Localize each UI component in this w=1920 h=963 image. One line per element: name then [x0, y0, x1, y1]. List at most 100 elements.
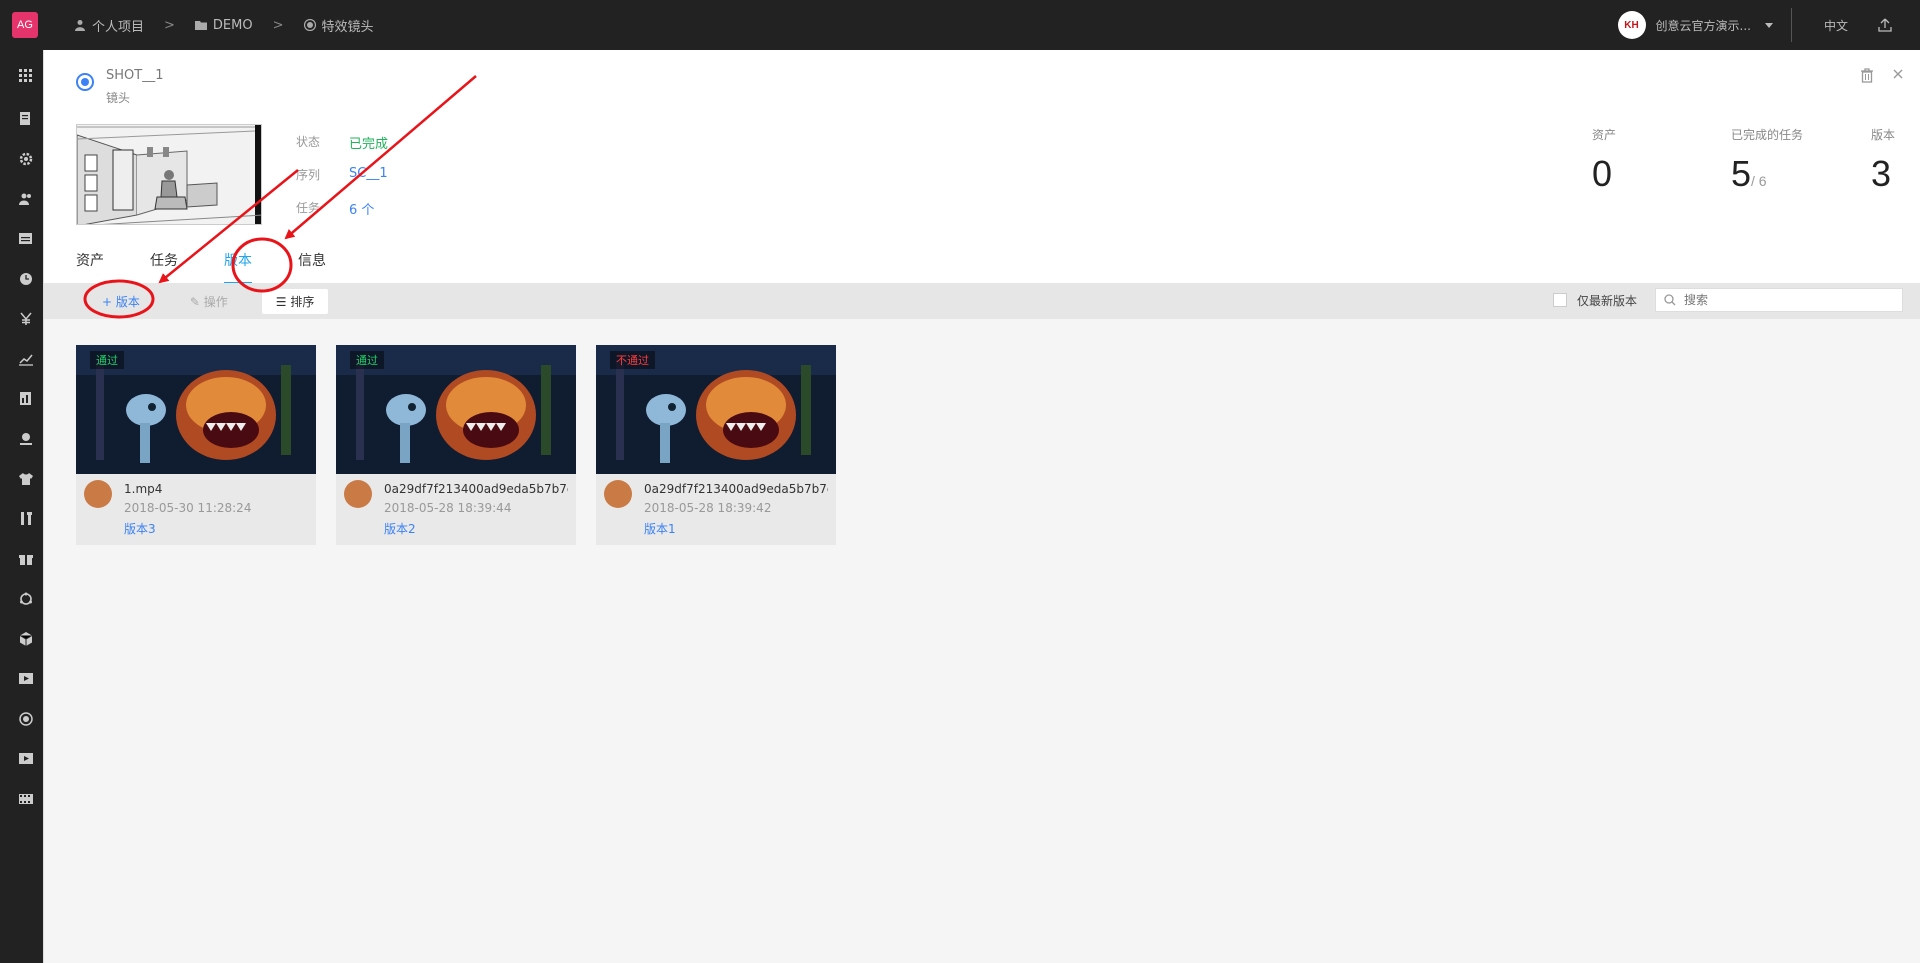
version-file-name[interactable]: 0a29df7f213400ad9eda5b7b7c7	[644, 482, 828, 496]
status-badge: 通过	[90, 351, 124, 369]
chart-icon[interactable]	[19, 352, 33, 366]
version-thumbnail[interactable]: 通过	[76, 345, 316, 474]
version-date: 2018-05-30 11:28:24	[124, 501, 252, 515]
avatar[interactable]: KH	[1617, 11, 1646, 39]
done-count: 5	[1731, 153, 1752, 194]
version-file-name[interactable]: 0a29df7f213400ad9eda5b7b7c7	[384, 482, 568, 496]
pencil-icon: ✎	[189, 294, 200, 309]
version-card[interactable]: 不通过 0a29df7f213400ad9eda5b7b7c7 2018-05-…	[596, 345, 836, 545]
search-box	[1655, 288, 1903, 312]
avatar	[344, 480, 372, 508]
tools-icon[interactable]	[19, 512, 33, 526]
version-cards: 通过 1.mp4 2018-05-30 11:28:24 版本3 通过 0a29…	[76, 345, 836, 545]
stat-versions: 版本 3	[1871, 128, 1896, 194]
add-version-button[interactable]: + 版本	[102, 293, 140, 310]
toolbar-right: 仅最新版本	[1552, 288, 1903, 312]
shot-icon	[303, 19, 316, 31]
report-icon[interactable]	[19, 392, 33, 406]
sync-icon[interactable]	[19, 592, 33, 606]
app-logo[interactable]: AG	[12, 12, 38, 38]
breadcrumb-item-demo[interactable]: DEMO	[194, 18, 253, 33]
shot-thumbnail[interactable]	[76, 124, 262, 225]
video-icon[interactable]	[19, 672, 33, 686]
shot-header: SHOT__1 镜头	[76, 68, 163, 106]
apps-grid-icon[interactable]	[19, 69, 33, 83]
meta-tasks-row: 任务 6 个	[296, 199, 375, 218]
divider	[1790, 8, 1792, 42]
detail-tabs: 资产 任务 版本 信息	[76, 250, 372, 284]
tab-assets[interactable]: 资产	[76, 250, 104, 284]
table-icon[interactable]	[19, 232, 33, 246]
operations-button[interactable]: ✎ 操作	[190, 293, 228, 310]
version-card[interactable]: 通过 1.mp4 2018-05-30 11:28:24 版本3	[76, 345, 316, 545]
person-icon[interactable]	[19, 432, 33, 446]
shot-meta: 状态 已完成 序列 SC__1 任务 6 个	[296, 133, 388, 232]
language-switch[interactable]: 中文	[1824, 17, 1848, 34]
version-link[interactable]: 版本3	[124, 520, 308, 537]
sort-button[interactable]: ☰ 排序	[261, 288, 329, 314]
breadcrumb-item-shots[interactable]: 特效镜头	[303, 16, 374, 35]
version-file-name[interactable]: 1.mp4	[124, 482, 308, 496]
versions-count: 3	[1871, 153, 1892, 194]
shot-type-icon	[76, 73, 94, 91]
search-input[interactable]	[1684, 293, 1884, 307]
document-icon[interactable]	[19, 112, 33, 126]
top-right: KH 创意云官方演示... 中文	[1617, 0, 1920, 50]
upload-icon[interactable]	[1878, 18, 1892, 32]
gift-icon[interactable]	[19, 552, 33, 566]
play-icon[interactable]	[19, 752, 33, 766]
trash-icon[interactable]	[1860, 68, 1874, 83]
chevron-right-icon: >	[164, 17, 175, 33]
sort-icon: ☰	[275, 294, 287, 309]
user-name[interactable]: 创意云官方演示...	[1656, 17, 1751, 34]
shirt-icon[interactable]	[19, 472, 33, 486]
shot-title: SHOT__1	[106, 68, 164, 83]
status-value: 已完成	[349, 137, 389, 152]
done-total: / 6	[1751, 173, 1767, 189]
tab-info[interactable]: 信息	[298, 250, 326, 284]
version-card[interactable]: 通过 0a29df7f213400ad9eda5b7b7c7 2018-05-2…	[336, 345, 576, 545]
version-date: 2018-05-28 18:39:44	[384, 501, 512, 515]
chevron-right-icon: >	[272, 17, 284, 33]
version-date: 2018-05-28 18:39:42	[644, 501, 772, 515]
latest-only-label: 仅最新版本	[1576, 293, 1637, 308]
status-badge: 不通过	[610, 351, 655, 369]
clock-icon[interactable]	[19, 272, 33, 286]
avatar	[84, 480, 112, 508]
sidebar	[0, 50, 43, 963]
versions-toolbar: + 版本 ✎ 操作 ☰ 排序 仅最新版本	[44, 283, 1920, 319]
yen-icon[interactable]	[19, 312, 33, 326]
stat-completed-tasks: 已完成的任务 5/ 6	[1731, 128, 1804, 194]
status-badge: 通过	[350, 351, 384, 369]
close-icon[interactable]	[1892, 68, 1904, 80]
folder-icon	[194, 21, 207, 30]
tab-tasks[interactable]: 任务	[150, 250, 178, 284]
shot-detail-panel: SHOT__1 镜头 状态 已完成 序列 SC__1 任务 6 个 资产 0 已…	[43, 50, 1920, 963]
users-icon[interactable]	[19, 192, 33, 206]
version-link[interactable]: 版本2	[384, 520, 568, 537]
storyboard-sketch-image	[77, 125, 261, 224]
version-link[interactable]: 版本1	[644, 520, 828, 537]
version-info: 0a29df7f213400ad9eda5b7b7c7 2018-05-28 1…	[336, 474, 576, 545]
version-thumbnail[interactable]: 不通过	[596, 345, 836, 474]
stat-assets: 资产 0	[1592, 128, 1617, 194]
tab-versions[interactable]: 版本	[224, 250, 252, 284]
top-bar: AG 个人项目 > DEMO > 特效镜头 KH 创意云官方演示... 中文	[0, 0, 1920, 50]
cube-icon[interactable]	[19, 632, 33, 646]
film-icon[interactable]	[19, 792, 33, 806]
sequence-link[interactable]: SC__1	[349, 166, 388, 181]
version-info: 0a29df7f213400ad9eda5b7b7c7 2018-05-28 1…	[596, 474, 836, 545]
breadcrumb-item-project[interactable]: 个人项目	[74, 16, 144, 35]
version-info: 1.mp4 2018-05-30 11:28:24 版本3	[76, 474, 316, 545]
tasks-link[interactable]: 6 个	[349, 199, 374, 218]
caret-down-icon[interactable]	[1764, 22, 1773, 28]
latest-only-checkbox[interactable]	[1552, 293, 1567, 307]
avatar	[604, 480, 632, 508]
version-thumbnail[interactable]: 通过	[336, 345, 576, 474]
assets-count: 0	[1592, 153, 1613, 194]
target-icon[interactable]	[19, 712, 33, 726]
shot-type-label: 镜头	[106, 91, 131, 105]
gear-icon[interactable]	[19, 152, 33, 166]
meta-sequence-row: 序列 SC__1	[296, 166, 388, 182]
meta-status-row: 状态 已完成	[296, 135, 389, 152]
